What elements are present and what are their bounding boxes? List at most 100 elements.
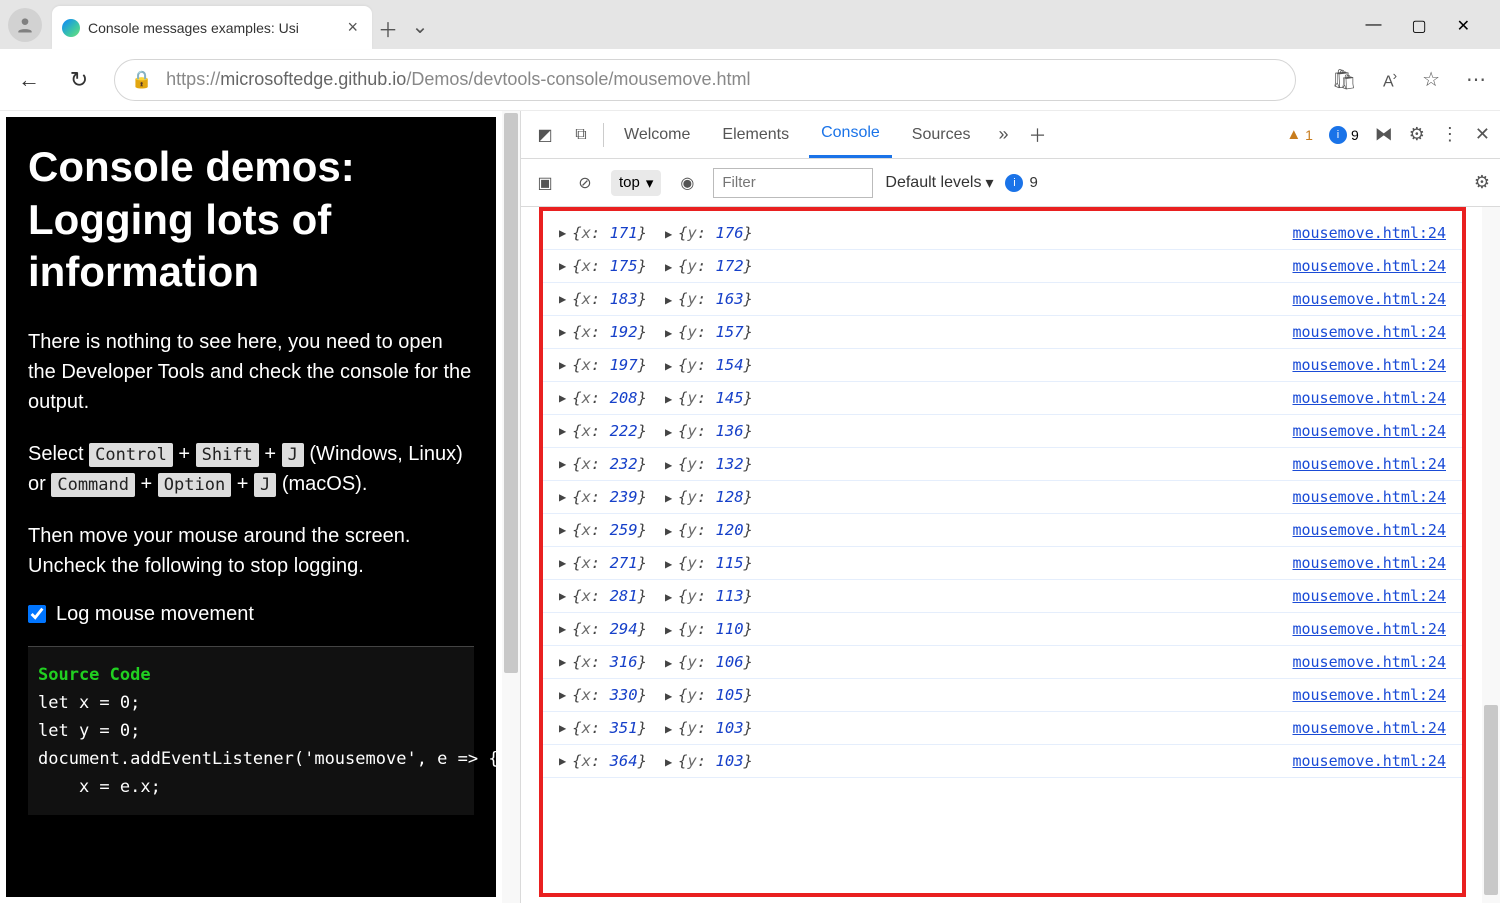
expand-icon[interactable]: ▶ [665,227,672,241]
console-log-row[interactable]: ▶{x: 281}▶{y: 113}mousemove.html:24 [543,580,1462,613]
expand-icon[interactable]: ▶ [665,293,672,307]
expand-icon[interactable]: ▶ [665,359,672,373]
expand-icon[interactable]: ▶ [665,260,672,274]
tab-sources[interactable]: Sources [900,111,983,158]
tab-console[interactable]: Console [809,111,892,158]
console-log-row[interactable]: ▶{x: 351}▶{y: 103}mousemove.html:24 [543,712,1462,745]
console-scrollbar[interactable] [1482,207,1500,903]
console-log-row[interactable]: ▶{x: 330}▶{y: 105}mousemove.html:24 [543,679,1462,712]
source-link[interactable]: mousemove.html:24 [1292,257,1446,275]
browser-tab[interactable]: Console messages examples: Usi × [52,6,372,49]
more-menu-icon[interactable]: ⋯ [1466,67,1486,92]
source-link[interactable]: mousemove.html:24 [1292,323,1446,341]
expand-icon[interactable]: ▶ [665,326,672,340]
page-scrollbar[interactable] [502,111,520,903]
inspect-element-icon[interactable]: ◩ [531,125,559,145]
source-link[interactable]: mousemove.html:24 [1292,224,1446,242]
source-link[interactable]: mousemove.html:24 [1292,488,1446,506]
settings-icon[interactable]: ⚙ [1409,124,1425,145]
expand-icon[interactable]: ▶ [559,490,566,504]
expand-icon[interactable]: ▶ [559,655,566,669]
console-log-row[interactable]: ▶{x: 239}▶{y: 128}mousemove.html:24 [543,481,1462,514]
close-window-button[interactable]: ✕ [1457,16,1470,36]
tab-elements[interactable]: Elements [710,111,801,158]
expand-icon[interactable]: ▶ [559,391,566,405]
console-log-row[interactable]: ▶{x: 271}▶{y: 115}mousemove.html:24 [543,547,1462,580]
console-log-row[interactable]: ▶{x: 294}▶{y: 110}mousemove.html:24 [543,613,1462,646]
back-button[interactable]: ← [14,67,44,93]
source-link[interactable]: mousemove.html:24 [1292,719,1446,737]
expand-icon[interactable]: ▶ [559,358,566,372]
more-options-icon[interactable]: ⋮ [1441,124,1459,145]
read-aloud-icon[interactable]: A› [1383,68,1396,91]
console-settings-icon[interactable]: ⚙ [1474,172,1490,193]
activity-icon[interactable]: ⧓ [1375,124,1393,145]
expand-icon[interactable]: ▶ [665,458,672,472]
console-log-row[interactable]: ▶{x: 208}▶{y: 145}mousemove.html:24 [543,382,1462,415]
console-log-row[interactable]: ▶{x: 197}▶{y: 154}mousemove.html:24 [543,349,1462,382]
source-link[interactable]: mousemove.html:24 [1292,554,1446,572]
warnings-badge[interactable]: ▲1 [1286,126,1313,143]
expand-icon[interactable]: ▶ [665,557,672,571]
tabs-overflow-icon[interactable]: » [991,124,1017,145]
tab-close-icon[interactable]: × [343,17,362,38]
expand-icon[interactable]: ▶ [665,656,672,670]
tabs-overflow-caret-icon[interactable]: ⌄ [404,14,436,39]
expand-icon[interactable]: ▶ [665,689,672,703]
console-log-row[interactable]: ▶{x: 175}▶{y: 172}mousemove.html:24 [543,250,1462,283]
shopping-icon[interactable]: 🛍 [1332,67,1357,92]
clear-console-icon[interactable]: ⊘ [571,173,599,193]
address-bar[interactable]: 🔒 https://microsoftedge.github.io/Demos/… [114,59,1296,101]
log-level-selector[interactable]: Default levels ▾ [885,173,993,193]
expand-icon[interactable]: ▶ [665,425,672,439]
expand-icon[interactable]: ▶ [559,754,566,768]
console-log-row[interactable]: ▶{x: 171}▶{y: 176}mousemove.html:24 [543,217,1462,250]
source-link[interactable]: mousemove.html:24 [1292,290,1446,308]
new-tab-icon[interactable]: ＋ [1025,122,1051,148]
source-link[interactable]: mousemove.html:24 [1292,620,1446,638]
maximize-button[interactable]: ▢ [1411,16,1426,36]
source-link[interactable]: mousemove.html:24 [1292,455,1446,473]
new-tab-button[interactable]: ＋ [372,14,404,43]
expand-icon[interactable]: ▶ [559,523,566,537]
source-link[interactable]: mousemove.html:24 [1292,752,1446,770]
favorite-icon[interactable]: ☆ [1422,67,1440,92]
expand-icon[interactable]: ▶ [665,755,672,769]
console-log-row[interactable]: ▶{x: 222}▶{y: 136}mousemove.html:24 [543,415,1462,448]
expand-icon[interactable]: ▶ [559,292,566,306]
profile-avatar[interactable] [8,8,42,42]
console-log-row[interactable]: ▶{x: 232}▶{y: 132}mousemove.html:24 [543,448,1462,481]
close-devtools-icon[interactable]: ✕ [1475,124,1490,145]
console-log-row[interactable]: ▶{x: 259}▶{y: 120}mousemove.html:24 [543,514,1462,547]
source-link[interactable]: mousemove.html:24 [1292,422,1446,440]
console-log-row[interactable]: ▶{x: 316}▶{y: 106}mousemove.html:24 [543,646,1462,679]
toggle-sidebar-icon[interactable]: ▣ [531,173,559,193]
log-mousemove-checkbox[interactable] [28,605,46,623]
source-link[interactable]: mousemove.html:24 [1292,653,1446,671]
console-log-row[interactable]: ▶{x: 183}▶{y: 163}mousemove.html:24 [543,283,1462,316]
expand-icon[interactable]: ▶ [559,226,566,240]
expand-icon[interactable]: ▶ [559,325,566,339]
source-link[interactable]: mousemove.html:24 [1292,686,1446,704]
source-link[interactable]: mousemove.html:24 [1292,389,1446,407]
source-link[interactable]: mousemove.html:24 [1292,587,1446,605]
expand-icon[interactable]: ▶ [665,590,672,604]
live-expression-icon[interactable]: ◉ [673,173,701,193]
info-badge[interactable]: i9 [1329,126,1359,144]
expand-icon[interactable]: ▶ [665,623,672,637]
console-scrollbar-thumb[interactable] [1484,705,1498,895]
context-selector[interactable]: top ▾ [611,170,661,196]
filter-input[interactable] [713,168,873,198]
page-scrollbar-thumb[interactable] [504,113,518,673]
console-log-row[interactable]: ▶{x: 192}▶{y: 157}mousemove.html:24 [543,316,1462,349]
expand-icon[interactable]: ▶ [559,721,566,735]
expand-icon[interactable]: ▶ [665,491,672,505]
issues-badge[interactable]: i 9 [1005,174,1037,192]
expand-icon[interactable]: ▶ [559,688,566,702]
expand-icon[interactable]: ▶ [665,392,672,406]
minimize-button[interactable]: — [1365,16,1381,36]
expand-icon[interactable]: ▶ [665,722,672,736]
expand-icon[interactable]: ▶ [559,589,566,603]
expand-icon[interactable]: ▶ [559,622,566,636]
expand-icon[interactable]: ▶ [665,524,672,538]
